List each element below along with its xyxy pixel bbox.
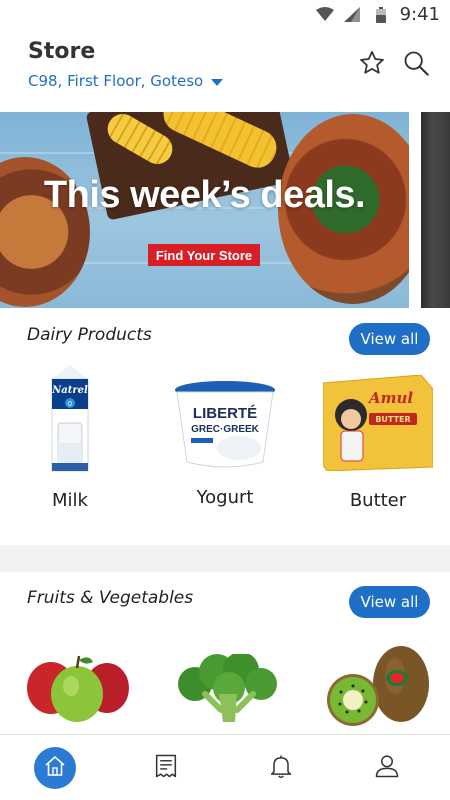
banner-headline: This week’s deals. — [43, 174, 366, 216]
section-title: Fruits & Vegetables — [27, 588, 194, 608]
status-time: 9:41 — [399, 4, 440, 25]
fruits-vegetables-section: Fruits & Vegetables View all — [0, 572, 450, 734]
yogurt-brand-text: LIBERTÉ — [193, 405, 257, 422]
product-label: Milk — [52, 490, 88, 511]
star-icon — [358, 49, 386, 82]
broccoli-image — [178, 654, 277, 722]
apples-image — [27, 655, 129, 722]
find-store-button[interactable]: Find Your Store — [148, 244, 260, 266]
page-title: Store — [28, 39, 96, 64]
yogurt-tub-image: LIBERTÉ GREC·GREEK — [173, 380, 277, 475]
location-selector[interactable]: C98, First Floor, Goteso — [28, 72, 224, 90]
milk-carton-image: Natrel 0 — [48, 365, 92, 478]
deals-banner[interactable]: This week’s deals. — [0, 112, 409, 308]
view-all-fruits-button[interactable]: View all — [349, 586, 430, 618]
kiwi-image — [327, 646, 429, 726]
bell-icon — [267, 752, 295, 785]
product-label: Yogurt — [196, 487, 254, 508]
search-button[interactable] — [401, 50, 431, 80]
status-bar: 9:41 — [0, 0, 450, 30]
dairy-section: Dairy Products View all Natrel 0 Milk LI… — [0, 310, 450, 545]
product-broccoli[interactable] — [175, 654, 279, 724]
signal-icon — [344, 7, 360, 27]
favorites-button[interactable] — [357, 50, 387, 80]
battery-icon — [376, 7, 386, 28]
svg-text:GREC·GREEK: GREC·GREEK — [191, 424, 260, 435]
butter-pack-image: Amul BUTTER — [322, 374, 434, 476]
view-all-dairy-button[interactable]: View all — [349, 323, 430, 355]
profile-icon — [373, 752, 401, 785]
product-milk[interactable]: Natrel 0 Milk — [40, 365, 100, 511]
svg-text:BUTTER: BUTTER — [375, 415, 410, 424]
wifi-icon — [316, 7, 334, 26]
nav-orders-button[interactable] — [145, 747, 187, 789]
section-title: Dairy Products — [27, 325, 152, 345]
nav-home-button[interactable] — [34, 747, 76, 789]
product-butter[interactable]: Amul BUTTER Butter — [322, 374, 434, 511]
product-kiwi[interactable] — [325, 644, 431, 726]
butter-brand-text: Amul — [367, 389, 413, 407]
nav-notifications-button[interactable] — [260, 747, 302, 789]
product-label: Butter — [349, 490, 407, 511]
app-header: Store C98, First Floor, Goteso — [0, 30, 450, 110]
milk-brand-text: Natrel — [51, 385, 88, 396]
svg-text:0: 0 — [68, 400, 72, 408]
product-apples[interactable] — [25, 652, 131, 724]
section-divider — [0, 545, 450, 572]
bottom-navigation — [0, 734, 450, 800]
caret-down-icon — [211, 78, 224, 86]
search-icon — [402, 49, 430, 82]
product-yogurt[interactable]: LIBERTÉ GREC·GREEK Yogurt — [170, 380, 280, 508]
receipt-icon — [152, 752, 180, 785]
location-label: C98, First Floor, Goteso — [28, 72, 204, 90]
nav-profile-button[interactable] — [366, 747, 408, 789]
next-banner-peek[interactable] — [421, 112, 450, 308]
home-icon — [43, 754, 67, 783]
